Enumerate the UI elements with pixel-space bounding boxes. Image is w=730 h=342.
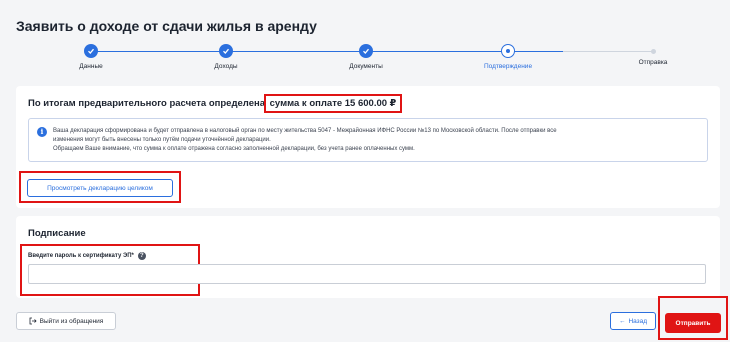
view-declaration-button[interactable]: Просмотреть декларацию целиком (27, 179, 173, 197)
info-line: Обращаем Ваше внимание, что сумма к опла… (53, 146, 415, 152)
step-data: Данные (36, 44, 146, 70)
info-notice: i Ваша декларация сформирована и будет о… (28, 118, 708, 162)
result-heading-text: По итогам предварительного расчета опред… (28, 98, 268, 109)
exit-label: Выйти из обращения (39, 317, 104, 325)
calculation-result-card: По итогам предварительного расчета опред… (16, 86, 720, 208)
step-label: Подтверждение (483, 63, 533, 70)
info-icon: i (37, 127, 47, 137)
send-button[interactable]: Отправить (665, 313, 721, 333)
info-line: Ваша декларация сформирована и будет отп… (53, 128, 557, 134)
step-documents: Документы (311, 44, 421, 70)
info-text: Ваша декларация сформирована и будет отп… (53, 127, 703, 154)
certificate-password-input[interactable] (28, 264, 706, 284)
logout-icon (29, 317, 37, 325)
step-label: Доходы (214, 63, 238, 70)
page-title: Заявить о доходе от сдачи жилья в аренду (16, 18, 317, 34)
check-icon (84, 44, 98, 58)
step-sending: Отправка (598, 44, 708, 66)
step-label: Документы (349, 63, 383, 70)
current-step-icon (501, 44, 515, 58)
step-income: Доходы (171, 44, 281, 70)
back-button[interactable]: ← Назад (610, 312, 656, 330)
progress-stepper: Данные Доходы Документы Подтверждение От… (16, 40, 714, 76)
back-label: Назад (628, 317, 648, 325)
question-icon[interactable]: ? (137, 252, 146, 260)
info-line: изменения могут быть внесены только путё… (53, 137, 271, 143)
pending-step-icon (650, 49, 656, 54)
password-label-text: Введите пароль к сертификату ЭП* (28, 253, 134, 259)
password-label: Введите пароль к сертификату ЭП* ? (28, 252, 146, 260)
step-label: Данные (79, 63, 103, 70)
check-icon (359, 44, 373, 58)
step-label: Отправка (638, 59, 668, 66)
signing-card: Подписание Введите пароль к сертификату … (16, 216, 720, 298)
amount-to-pay: сумма к оплате 15 600.00 ₽ (263, 94, 403, 113)
check-icon (219, 44, 233, 58)
arrow-left-icon: ← (618, 317, 626, 325)
exit-button[interactable]: Выйти из обращения (16, 312, 116, 330)
view-declaration-highlight: Просмотреть декларацию целиком (19, 171, 181, 203)
step-confirmation: Подтверждение (453, 44, 563, 70)
send-highlight: Отправить (658, 296, 728, 340)
signing-title: Подписание (28, 228, 86, 239)
result-heading: По итогам предварительного расчета опред… (28, 94, 403, 113)
